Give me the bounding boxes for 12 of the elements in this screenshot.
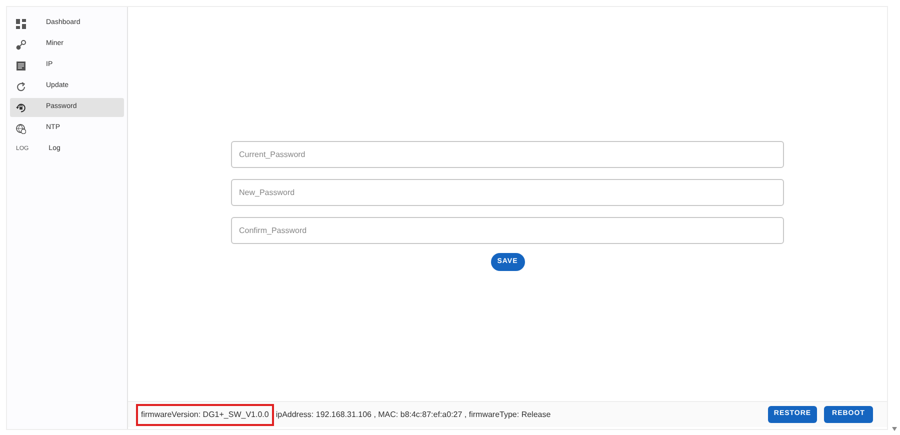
nodes-icon	[16, 40, 26, 50]
password-field[interactable]: New_Password	[231, 179, 784, 206]
scroll-arrow-icon[interactable]	[892, 427, 897, 431]
password-field[interactable]: Current_Password	[231, 141, 784, 168]
lock-reset-icon	[16, 102, 26, 112]
globe-clock-icon	[16, 124, 26, 134]
refresh-icon	[16, 82, 26, 92]
password-field[interactable]: Confirm_Password	[231, 217, 784, 244]
dashboard-icon	[16, 18, 26, 28]
firmware-version-text: firmwareVersion: DG1+_SW_V1.0.0	[136, 404, 274, 426]
document-icon	[16, 60, 26, 70]
device-info-text: ipAddress: 192.168.31.106 , MAC: b8:4c:87:ef:a0:27 , firmwareType: Release	[276, 408, 551, 420]
